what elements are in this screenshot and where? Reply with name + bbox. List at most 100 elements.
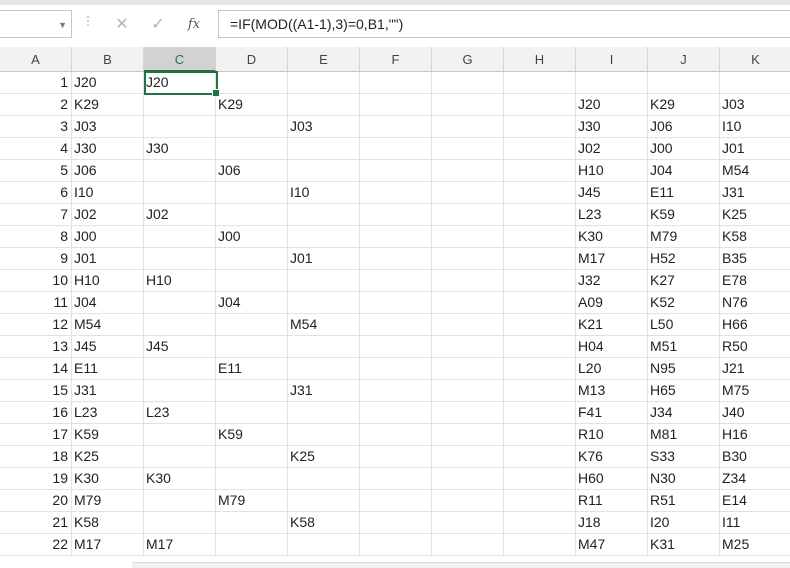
cell-a[interactable]: 1 <box>0 72 72 94</box>
cell-f[interactable] <box>360 534 432 556</box>
cell-j[interactable]: L50 <box>648 314 720 336</box>
cell-h[interactable] <box>504 512 576 534</box>
cell-h[interactable] <box>504 248 576 270</box>
cell-c[interactable] <box>144 358 216 380</box>
cell-i[interactable]: A09 <box>576 292 648 314</box>
cell-g[interactable] <box>432 314 504 336</box>
cell-c[interactable]: J45 <box>144 336 216 358</box>
cell-e[interactable]: J31 <box>288 380 360 402</box>
column-header-a[interactable]: A <box>0 47 72 72</box>
cell-a[interactable]: 12 <box>0 314 72 336</box>
cell-k[interactable]: J21 <box>720 358 790 380</box>
cell-j[interactable]: E11 <box>648 182 720 204</box>
cell-d[interactable] <box>216 270 288 292</box>
cell-h[interactable] <box>504 314 576 336</box>
column-header-k[interactable]: K <box>720 47 790 72</box>
cell-c[interactable] <box>144 226 216 248</box>
cell-c[interactable] <box>144 512 216 534</box>
cell-a[interactable]: 5 <box>0 160 72 182</box>
cell-c[interactable] <box>144 94 216 116</box>
cell-e[interactable]: I10 <box>288 182 360 204</box>
cell-e[interactable] <box>288 226 360 248</box>
cell-a[interactable]: 15 <box>0 380 72 402</box>
cell-a[interactable]: 8 <box>0 226 72 248</box>
cell-c[interactable]: K30 <box>144 468 216 490</box>
cell-b[interactable]: J06 <box>72 160 144 182</box>
cell-d[interactable] <box>216 336 288 358</box>
cell-f[interactable] <box>360 138 432 160</box>
cell-i[interactable]: H04 <box>576 336 648 358</box>
cell-d[interactable] <box>216 248 288 270</box>
cell-e[interactable]: M54 <box>288 314 360 336</box>
cell-d[interactable]: J04 <box>216 292 288 314</box>
cell-d[interactable] <box>216 204 288 226</box>
cell-h[interactable] <box>504 468 576 490</box>
cell-g[interactable] <box>432 358 504 380</box>
cell-i[interactable]: J30 <box>576 116 648 138</box>
column-header-i[interactable]: I <box>576 47 648 72</box>
cell-h[interactable] <box>504 380 576 402</box>
cell-e[interactable] <box>288 468 360 490</box>
cell-g[interactable] <box>432 248 504 270</box>
cell-e[interactable]: K25 <box>288 446 360 468</box>
cell-b[interactable]: J04 <box>72 292 144 314</box>
cell-c[interactable]: J20 <box>144 72 216 94</box>
cell-d[interactable]: M79 <box>216 490 288 512</box>
cell-b[interactable]: L23 <box>72 402 144 424</box>
cell-b[interactable]: M79 <box>72 490 144 512</box>
cell-e[interactable]: J01 <box>288 248 360 270</box>
cell-k[interactable]: Z34 <box>720 468 790 490</box>
cell-b[interactable]: K30 <box>72 468 144 490</box>
cell-g[interactable] <box>432 138 504 160</box>
cell-k[interactable]: J01 <box>720 138 790 160</box>
cell-f[interactable] <box>360 336 432 358</box>
cancel-formula-button[interactable]: ✕ <box>108 10 136 38</box>
cell-c[interactable] <box>144 380 216 402</box>
cell-h[interactable] <box>504 424 576 446</box>
cell-h[interactable] <box>504 116 576 138</box>
cell-f[interactable] <box>360 512 432 534</box>
cell-i[interactable]: K76 <box>576 446 648 468</box>
cell-i[interactable]: M17 <box>576 248 648 270</box>
cell-g[interactable] <box>432 380 504 402</box>
cell-g[interactable] <box>432 226 504 248</box>
cell-g[interactable] <box>432 116 504 138</box>
cell-c[interactable] <box>144 116 216 138</box>
cell-g[interactable] <box>432 72 504 94</box>
cell-g[interactable] <box>432 94 504 116</box>
cell-j[interactable]: H52 <box>648 248 720 270</box>
cell-e[interactable]: K58 <box>288 512 360 534</box>
cell-c[interactable] <box>144 160 216 182</box>
cell-a[interactable]: 19 <box>0 468 72 490</box>
cell-b[interactable]: J01 <box>72 248 144 270</box>
cell-e[interactable] <box>288 336 360 358</box>
cell-a[interactable]: 9 <box>0 248 72 270</box>
cell-b[interactable]: M17 <box>72 534 144 556</box>
cell-j[interactable]: M51 <box>648 336 720 358</box>
cell-d[interactable] <box>216 72 288 94</box>
cell-h[interactable] <box>504 336 576 358</box>
cell-f[interactable] <box>360 204 432 226</box>
cell-d[interactable] <box>216 534 288 556</box>
cell-j[interactable]: H65 <box>648 380 720 402</box>
cell-h[interactable] <box>504 490 576 512</box>
cell-c[interactable] <box>144 424 216 446</box>
cell-g[interactable] <box>432 204 504 226</box>
cell-j[interactable]: N95 <box>648 358 720 380</box>
cell-b[interactable]: I10 <box>72 182 144 204</box>
column-header-b[interactable]: B <box>72 47 144 72</box>
cell-i[interactable]: K30 <box>576 226 648 248</box>
cell-d[interactable] <box>216 512 288 534</box>
column-header-c[interactable]: C <box>144 47 216 72</box>
cell-d[interactable]: K29 <box>216 94 288 116</box>
cell-i[interactable] <box>576 72 648 94</box>
cell-k[interactable] <box>720 72 790 94</box>
cell-b[interactable]: K29 <box>72 94 144 116</box>
cell-a[interactable]: 14 <box>0 358 72 380</box>
column-header-g[interactable]: G <box>432 47 504 72</box>
cell-h[interactable] <box>504 226 576 248</box>
cell-i[interactable]: L23 <box>576 204 648 226</box>
cell-a[interactable]: 17 <box>0 424 72 446</box>
column-header-j[interactable]: J <box>648 47 720 72</box>
cell-b[interactable]: K58 <box>72 512 144 534</box>
